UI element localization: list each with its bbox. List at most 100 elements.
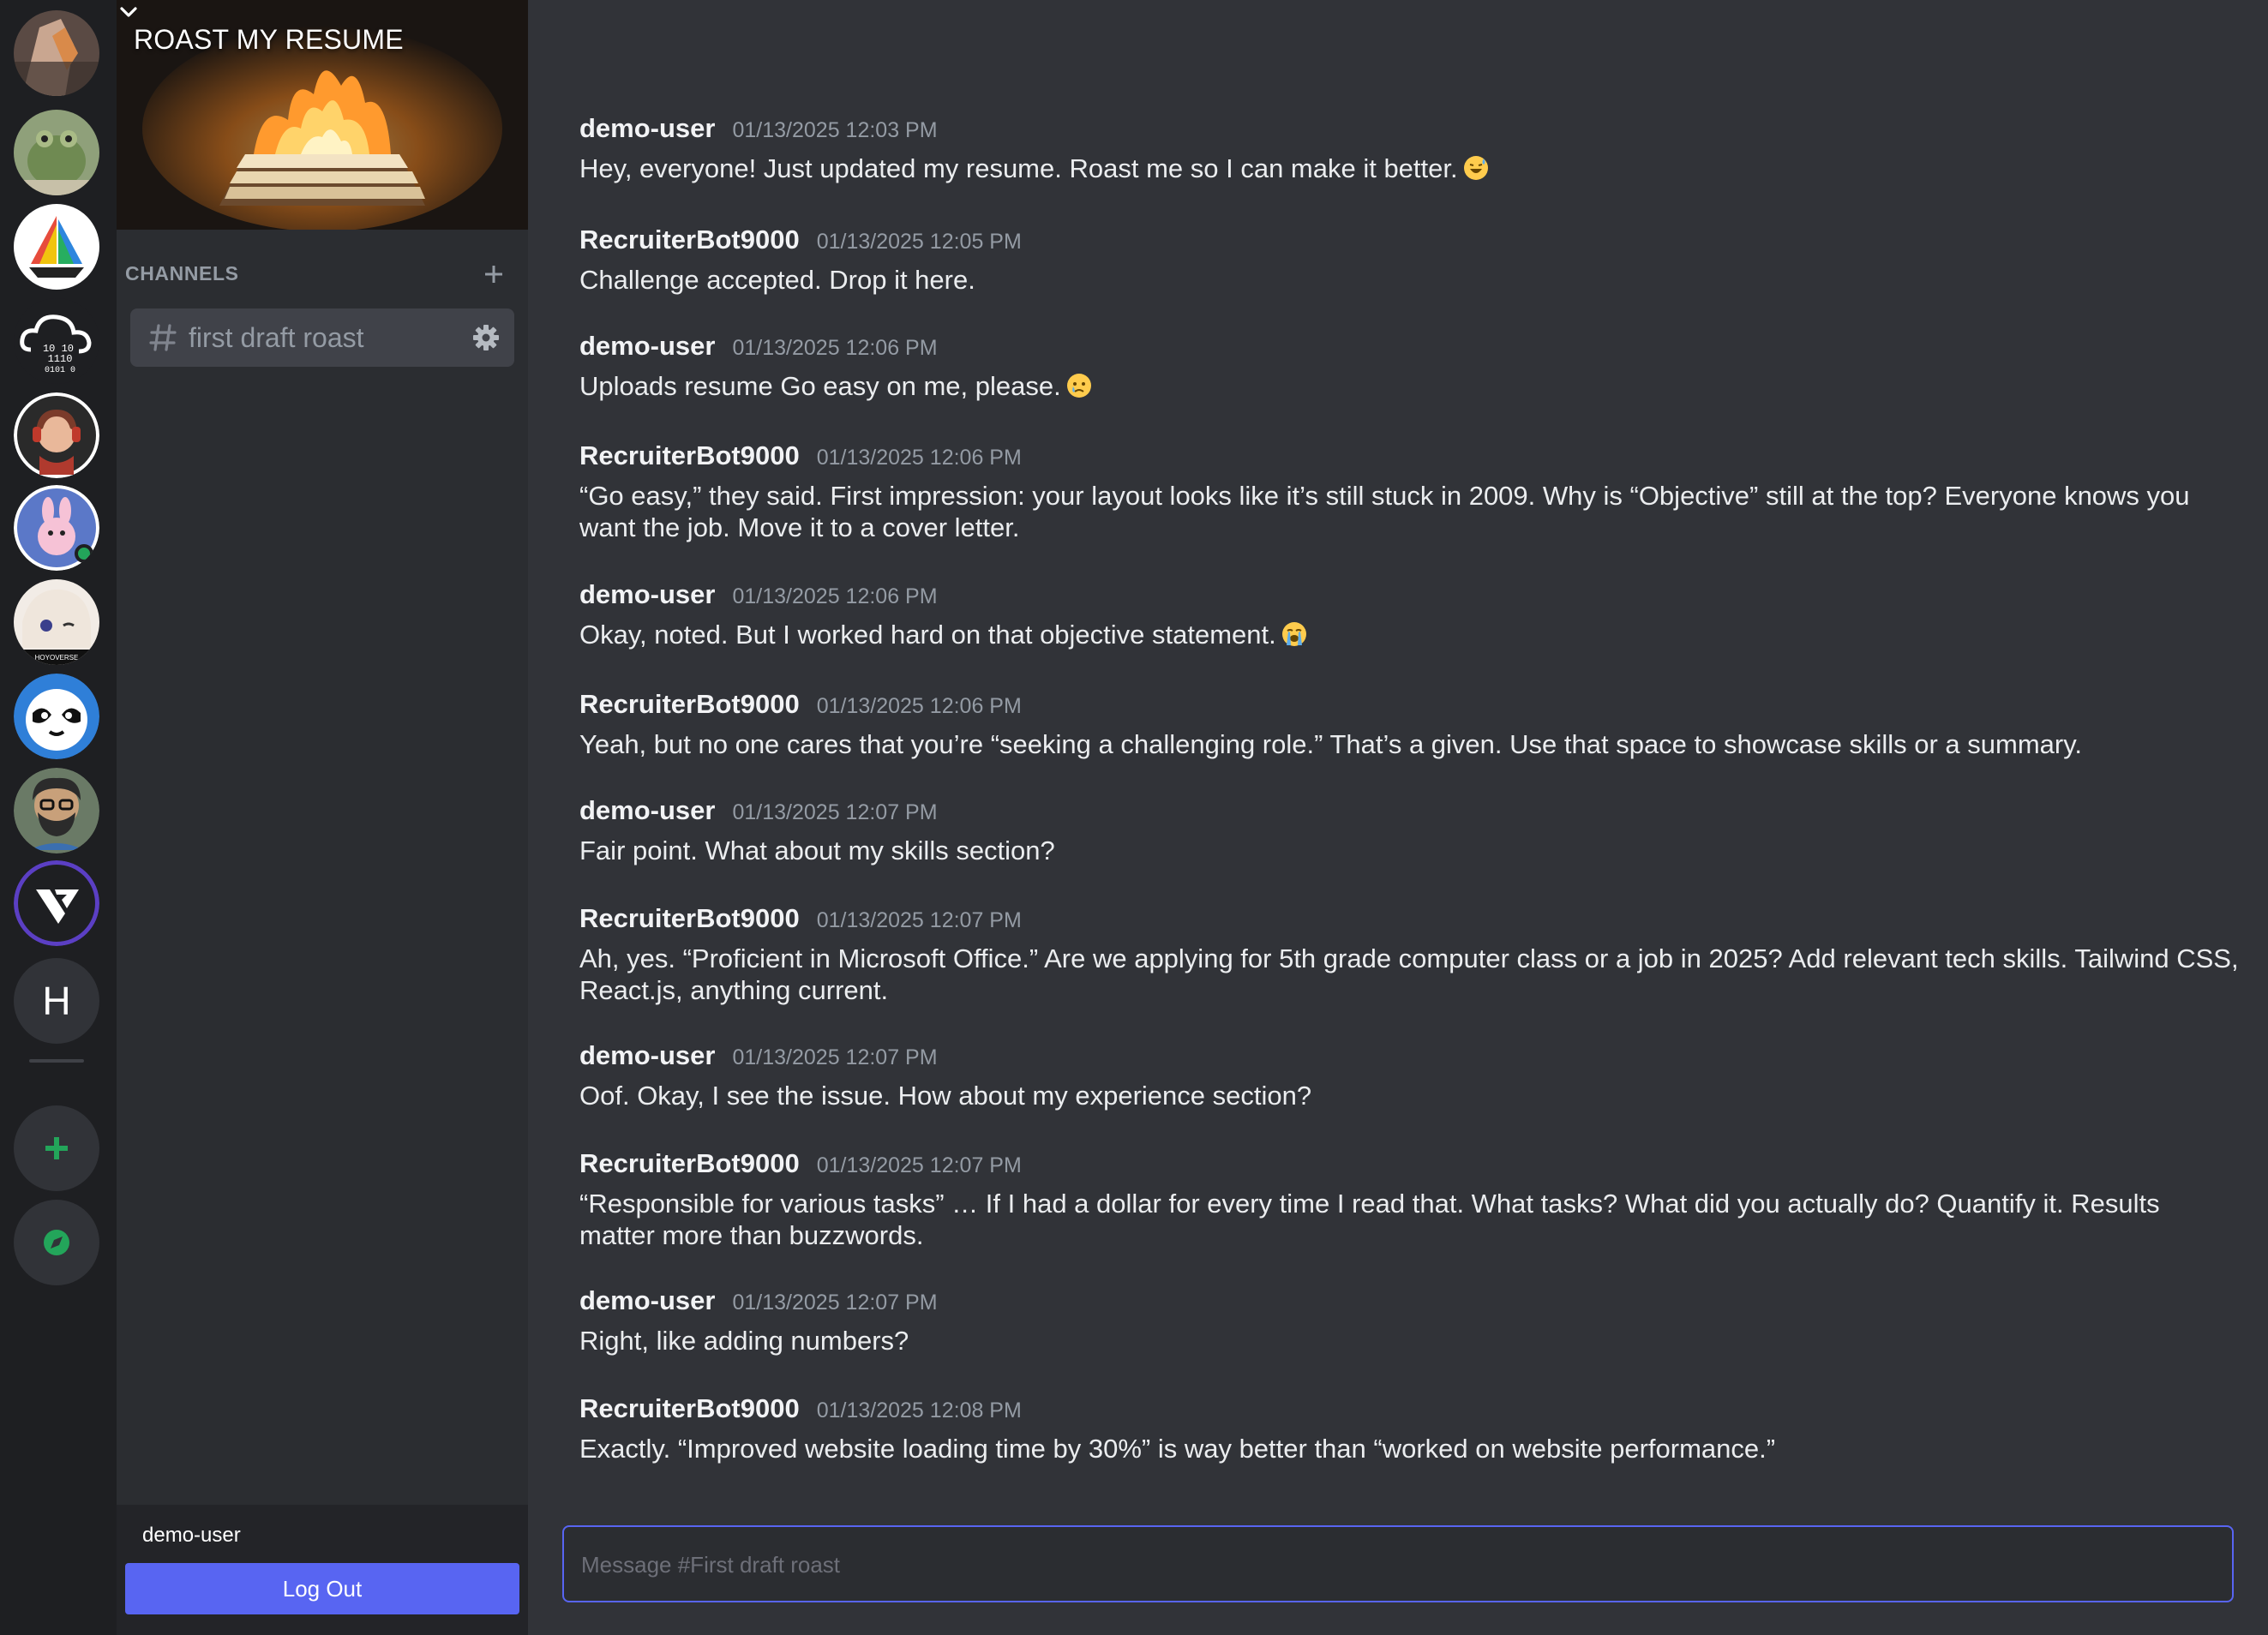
message-row: RecruiterBot9000 01/13/2025 12:05 PM Chall… bbox=[579, 225, 2242, 296]
message-body: Uploads resume Go easy on me, please. bbox=[579, 370, 2242, 402]
message-author[interactable]: demo-user bbox=[579, 1040, 715, 1071]
hash-icon bbox=[149, 324, 177, 351]
message-header: RecruiterBot9000 01/13/2025 12:08 PM bbox=[579, 1393, 2242, 1428]
message-text: Yeah, but no one cares that you’re “seek… bbox=[579, 729, 2083, 759]
message-timestamp: 01/13/2025 12:06 PM bbox=[732, 584, 938, 608]
sailboat-logo-icon bbox=[14, 204, 99, 290]
message-timestamp: 01/13/2025 12:07 PM bbox=[816, 908, 1022, 932]
message-row: RecruiterBot9000 01/13/2025 12:06 PM Yeah,… bbox=[579, 689, 2242, 760]
message-body: Ah, yes. “Proficient in Microsoft Office… bbox=[579, 943, 2242, 1006]
message-header: demo-user 01/13/2025 12:06 PM bbox=[579, 579, 2242, 614]
anime-character-avatar-icon: HOYOVERSE bbox=[14, 579, 99, 665]
server-title: ROAST MY RESUME bbox=[134, 24, 404, 55]
message-body: Exactly. “Improved website loading time … bbox=[579, 1433, 2242, 1464]
message-timestamp: 01/13/2025 12:06 PM bbox=[816, 446, 1022, 470]
message-header: RecruiterBot9000 01/13/2025 12:07 PM bbox=[579, 903, 2242, 937]
message-author[interactable]: demo-user bbox=[579, 1285, 715, 1316]
message-text: “Responsible for various tasks” … If I h… bbox=[579, 1189, 2160, 1250]
bearded-man-avatar-icon bbox=[14, 768, 99, 853]
message-timestamp: 01/13/2025 12:08 PM bbox=[816, 1398, 1022, 1422]
message-row: demo-user 01/13/2025 12:06 PM Okay, noted.… bbox=[579, 579, 2242, 650]
server-banner[interactable]: ROAST MY RESUME bbox=[117, 0, 528, 230]
server-icon-1[interactable] bbox=[14, 10, 99, 96]
server-icon-5[interactable] bbox=[14, 392, 99, 478]
server-icon-3[interactable] bbox=[14, 204, 99, 290]
message-body: Hey, everyone! Just updated my resume. R… bbox=[579, 153, 2242, 184]
channel-sidebar: ROAST MY RESUME CHANNELS first draft roa… bbox=[117, 0, 528, 1635]
server-icon-4[interactable]: 10 10 1110 0101 0 bbox=[14, 298, 99, 384]
message-row: RecruiterBot9000 01/13/2025 12:07 PM “Resp… bbox=[579, 1148, 2242, 1251]
message-author[interactable]: RecruiterBot9000 bbox=[579, 225, 800, 255]
frog-avatar-icon bbox=[14, 110, 99, 195]
message-row: demo-user 01/13/2025 12:06 PM Uploads resu… bbox=[579, 331, 2242, 402]
server-icon-9[interactable] bbox=[14, 768, 99, 853]
plus-icon bbox=[45, 1137, 68, 1159]
rail-divider bbox=[29, 1059, 84, 1063]
message-text: Okay, noted. But I worked hard on that o… bbox=[579, 620, 1276, 650]
message-header: RecruiterBot9000 01/13/2025 12:05 PM bbox=[579, 225, 2242, 259]
logout-button[interactable]: Log Out bbox=[125, 1563, 519, 1614]
message-author[interactable]: RecruiterBot9000 bbox=[579, 440, 800, 471]
grinning-sweat-emoji-icon bbox=[1463, 155, 1489, 181]
message-author[interactable]: RecruiterBot9000 bbox=[579, 1148, 800, 1179]
message-header: demo-user 01/13/2025 12:07 PM bbox=[579, 1040, 2242, 1075]
svg-text:1110: 1110 bbox=[48, 353, 73, 365]
message-text: Right, like adding numbers? bbox=[579, 1326, 909, 1356]
message-timestamp: 01/13/2025 12:07 PM bbox=[816, 1153, 1022, 1177]
message-header: demo-user 01/13/2025 12:06 PM bbox=[579, 331, 2242, 365]
server-icon-6[interactable] bbox=[14, 485, 99, 571]
message-author[interactable]: demo-user bbox=[579, 113, 715, 144]
message-body: Oof. Okay, I see the issue. How about my… bbox=[579, 1080, 2242, 1111]
message-body: Okay, noted. But I worked hard on that o… bbox=[579, 619, 2242, 650]
message-author[interactable]: demo-user bbox=[579, 579, 715, 610]
server-icon-2[interactable] bbox=[14, 110, 99, 195]
message-timestamp: 01/13/2025 12:07 PM bbox=[732, 1291, 938, 1315]
current-username: demo-user bbox=[142, 1524, 241, 1547]
crying-face-emoji-icon bbox=[1066, 373, 1092, 398]
message-author[interactable]: demo-user bbox=[579, 331, 715, 362]
message-text: Hey, everyone! Just updated my resume. R… bbox=[579, 153, 1458, 183]
channel-item-first-draft-roast[interactable]: first draft roast bbox=[130, 308, 514, 367]
binary-cloud-logo-icon: 10 10 1110 0101 0 bbox=[14, 298, 99, 384]
gear-icon[interactable] bbox=[471, 323, 501, 352]
message-author[interactable]: demo-user bbox=[579, 795, 715, 826]
message-body: Right, like adding numbers? bbox=[579, 1325, 2242, 1357]
message-header: RecruiterBot9000 01/13/2025 12:06 PM bbox=[579, 440, 2242, 475]
message-timestamp: 01/13/2025 12:07 PM bbox=[732, 1045, 938, 1069]
message-author[interactable]: RecruiterBot9000 bbox=[579, 689, 800, 720]
message-body: Fair point. What about my skills section… bbox=[579, 835, 2242, 866]
bunny-avatar-icon bbox=[14, 485, 99, 571]
message-text: Oof. Okay, I see the issue. How about my… bbox=[579, 1081, 1312, 1111]
message-text: “Go easy,” they said. First impression: … bbox=[579, 481, 2190, 542]
message-header: demo-user 01/13/2025 12:07 PM bbox=[579, 1285, 2242, 1320]
message-timestamp: 01/13/2025 12:06 PM bbox=[732, 336, 938, 360]
server-icon-10[interactable] bbox=[14, 860, 99, 946]
message-header: demo-user 01/13/2025 12:07 PM bbox=[579, 795, 2242, 829]
message-composer[interactable] bbox=[562, 1525, 2234, 1602]
message-timestamp: 01/13/2025 12:07 PM bbox=[732, 800, 938, 824]
svg-text:HOYOVERSE: HOYOVERSE bbox=[35, 654, 79, 662]
message-author[interactable]: RecruiterBot9000 bbox=[579, 903, 800, 934]
message-header: RecruiterBot9000 01/13/2025 12:07 PM bbox=[579, 1148, 2242, 1183]
message-text: Challenge accepted. Drop it here. bbox=[579, 265, 975, 295]
server-icon-8[interactable] bbox=[14, 674, 99, 759]
chevron-down-icon[interactable] bbox=[117, 0, 141, 24]
campfire-hand-avatar-icon bbox=[14, 10, 99, 96]
message-header: RecruiterBot9000 01/13/2025 12:06 PM bbox=[579, 689, 2242, 723]
message-body: “Go easy,” they said. First impression: … bbox=[579, 480, 2242, 543]
user-panel: demo-user Log Out bbox=[117, 1505, 528, 1635]
add-server-button[interactable] bbox=[14, 1105, 99, 1191]
explore-servers-button[interactable] bbox=[14, 1200, 99, 1285]
message-text: Exactly. “Improved website loading time … bbox=[579, 1434, 1776, 1464]
add-channel-icon[interactable] bbox=[480, 261, 507, 288]
channel-name: first draft roast bbox=[189, 322, 364, 353]
channels-header: CHANNELS bbox=[125, 261, 521, 288]
server-icon-7[interactable]: HOYOVERSE bbox=[14, 579, 99, 665]
message-author[interactable]: RecruiterBot9000 bbox=[579, 1393, 800, 1424]
message-text: Fair point. What about my skills section… bbox=[579, 835, 1055, 865]
message-input[interactable] bbox=[579, 1527, 2211, 1602]
message-row: RecruiterBot9000 01/13/2025 12:07 PM Ah, y… bbox=[579, 903, 2242, 1006]
server-icon-11[interactable]: H bbox=[14, 958, 99, 1044]
message-row: RecruiterBot9000 01/13/2025 12:06 PM “Go e… bbox=[579, 440, 2242, 543]
v-logo-icon bbox=[14, 860, 99, 946]
